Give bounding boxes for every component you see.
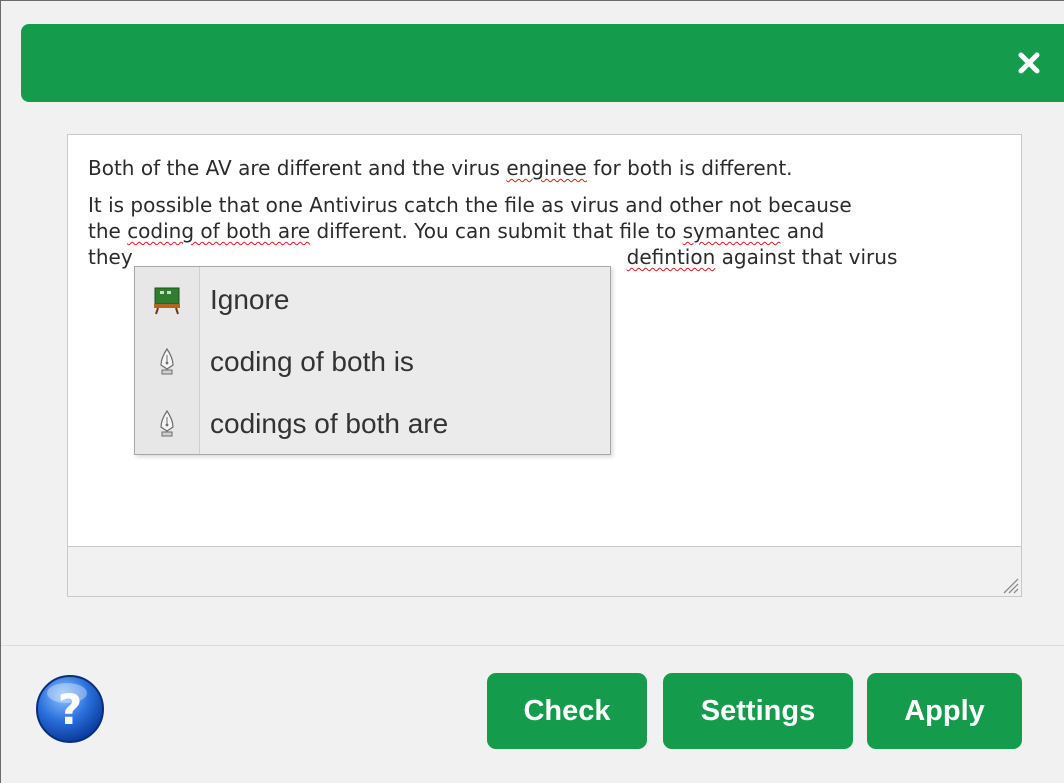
misspelled-word[interactable]: symantec [683, 219, 781, 243]
apply-button[interactable]: Apply [867, 673, 1022, 749]
paragraph-2: It is possible that one Antivirus catch … [88, 192, 1003, 270]
pen-nib-icon [135, 393, 199, 455]
menu-item-label: codings of both are [210, 408, 449, 439]
close-icon[interactable] [1017, 51, 1041, 75]
paragraph-1: Both of the AV are different and the vir… [88, 155, 1003, 181]
pen-nib-icon [135, 331, 199, 393]
svg-text:?: ? [58, 685, 82, 734]
suggestion-menu: Ignore coding of both is codings of both… [134, 266, 611, 455]
menu-item-label: Ignore [210, 284, 290, 315]
text-run: the [88, 219, 128, 243]
spellcheck-dialog: Both of the AV are different and the vir… [0, 0, 1064, 783]
menu-item-label: coding of both is [210, 346, 414, 377]
resize-grip-icon[interactable] [999, 574, 1019, 594]
settings-button[interactable]: Settings [663, 673, 853, 749]
ignore-icon [135, 269, 199, 331]
help-icon[interactable]: ? [34, 673, 106, 745]
text-run: they [88, 245, 133, 269]
check-button[interactable]: Check [487, 673, 647, 749]
misspelled-word[interactable]: defintion [627, 245, 716, 269]
text-run: different. You can submit that file to [310, 219, 683, 243]
text-run: and [780, 219, 825, 243]
menu-item-suggestion-1[interactable]: coding of both is [135, 331, 610, 393]
text-run: It is possible that one Antivirus catch … [88, 193, 852, 217]
editor-content[interactable]: Both of the AV are different and the vir… [88, 155, 1003, 281]
text-run: Both of the AV are different and the vir… [88, 156, 507, 180]
text-run: against that virus [715, 245, 898, 269]
footer-divider [1, 645, 1064, 646]
editor-statusbar [68, 546, 1021, 596]
menu-item-suggestion-2[interactable]: codings of both are [135, 393, 610, 455]
misspelled-word[interactable]: enginee [506, 156, 587, 180]
grammar-flagged-phrase[interactable]: coding of both are [127, 219, 310, 243]
menu-item-ignore[interactable]: Ignore [135, 269, 610, 331]
text-run: for both is different. [586, 156, 793, 180]
dialog-titlebar[interactable] [21, 24, 1064, 102]
